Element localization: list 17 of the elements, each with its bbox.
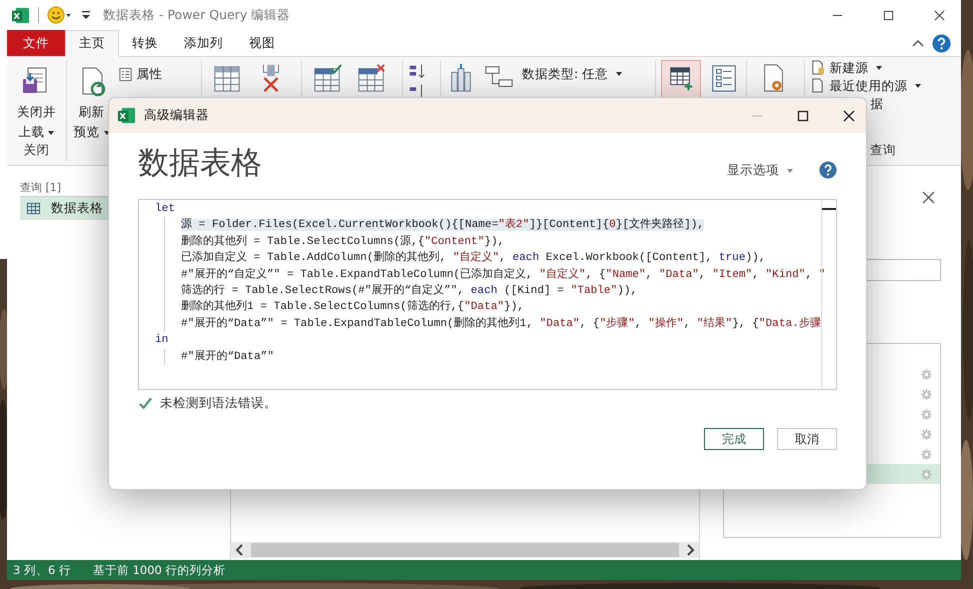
code-line: in xyxy=(155,334,168,346)
dialog-title: 高级编辑器 xyxy=(144,107,209,124)
group-label: 查询 xyxy=(869,142,898,159)
group-label: 关闭 xyxy=(22,142,50,159)
code-line: 删除的其他列1 = Table.SelectColumns(筛选的行,{"Data"}), xyxy=(181,301,524,314)
code-line: 删除的其他列 = Table.SelectColumns(源,{"Content"}), xyxy=(181,236,504,248)
syntax-status: 未检测到语法错误。 xyxy=(160,395,277,412)
code-line: #"展开的“Data”" xyxy=(181,350,274,363)
code-line: 筛选的行 = Table.SelectRows(#"展开的“自定义”", each ([Kind] = "Table")), xyxy=(181,284,638,297)
status-text: 3 列、6 行 xyxy=(13,562,71,578)
status-text: 基于前 1000 行的列分析 xyxy=(92,562,226,578)
code-line: let xyxy=(155,203,175,215)
ribbon-text: 据 xyxy=(870,95,884,113)
code-line: 已添加自定义 = Table.AddColumn(删除的其他列, "自定义", each Excel.Workbook([Content], true)), xyxy=(181,252,766,264)
code-line: #"展开的“Data”" = Table.ExpandTableColumn(删除的其他列1, "Data", {"步骤", "操作", "结果"}, {"Data.步骤 xyxy=(181,318,821,330)
window-title: 数据表格 - Power Query 编辑器 xyxy=(103,6,290,24)
query-title: 数据表格 xyxy=(138,144,262,183)
